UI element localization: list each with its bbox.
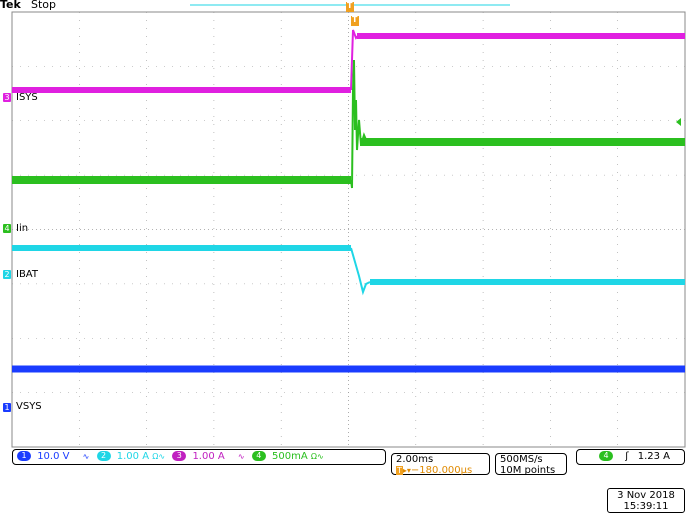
sample-rate: 500MS/s <box>500 454 543 465</box>
ch4-scale: 500mA <box>272 451 308 462</box>
trigger-source-badge: 4 <box>599 451 613 461</box>
ch3-marker[interactable]: 3 <box>3 93 11 102</box>
ibat-trace-pre <box>12 245 351 251</box>
ch4-coupling-icon: Ω∿ <box>310 452 324 461</box>
timebase-trigger-icon: T <box>396 466 403 475</box>
iin-trace-edge <box>350 59 368 189</box>
ch1-scale: 10.0 V <box>37 451 70 462</box>
acquisition-readout[interactable]: 500MS/s 10M points <box>495 453 567 476</box>
timebase-scale: 2.00ms <box>396 454 434 465</box>
timebase-position-value: −180.000µs <box>410 465 473 476</box>
trigger-readout[interactable]: 4 ʃ 1.23 A <box>576 449 685 465</box>
ch3-coupling-icon: ∿ <box>237 452 245 461</box>
vsys-trace <box>12 365 685 373</box>
ch1-marker[interactable]: 1 <box>3 403 11 412</box>
ch2-scale: 1.00 A <box>116 451 150 462</box>
trigger-slope-icon: ʃ <box>625 451 629 462</box>
ch1-badge[interactable]: 1 <box>17 451 31 461</box>
trigger-level-arrow <box>676 118 681 126</box>
iin-trace-post <box>360 138 685 146</box>
graticule-grid <box>12 12 685 447</box>
trigger-level: 1.23 A <box>637 451 671 462</box>
ch3-trace-label: ISYS <box>16 92 38 103</box>
ch1-coupling-icon: ∿ <box>82 452 90 461</box>
waveform-display[interactable] <box>0 0 687 450</box>
ch2-coupling-icon: Ω∿ <box>152 452 166 461</box>
time-label: 15:39:11 <box>623 501 669 512</box>
channel-settings[interactable]: 1 10.0 V ∿ 2 1.00 A Ω∿ 3 1.00 A ∿ 4 500m… <box>12 449 386 465</box>
isys-trace-post <box>357 33 685 39</box>
isys-trace-pre <box>12 87 351 93</box>
ch4-trace-label: Iin <box>16 223 29 234</box>
iin-trace-pre <box>12 176 351 184</box>
timebase-position: T▸▾−180.000µs <box>396 465 473 476</box>
trigger-position-letter: T <box>347 1 353 10</box>
ch3-scale: 1.00 A <box>192 451 225 462</box>
ch1-trace-label: VSYS <box>16 401 42 412</box>
trigger-point-letter: T <box>352 15 358 24</box>
date-label: 3 Nov 2018 <box>617 490 675 501</box>
ch4-badge[interactable]: 4 <box>251 451 266 461</box>
timebase-readout[interactable]: 2.00ms T▸▾−180.000µs <box>391 453 490 476</box>
datetime-readout: 3 Nov 2018 15:39:11 <box>607 488 685 513</box>
traces <box>12 29 685 373</box>
ch3-badge[interactable]: 3 <box>172 451 187 461</box>
ch4-marker[interactable]: 4 <box>3 224 11 233</box>
record-length: 10M points <box>500 465 556 476</box>
ch2-badge[interactable]: 2 <box>96 451 111 461</box>
ibat-trace-post <box>370 279 685 285</box>
ibat-trace-edge <box>350 247 371 296</box>
ch2-marker[interactable]: 2 <box>3 270 11 279</box>
ch2-trace-label: IBAT <box>16 269 38 280</box>
